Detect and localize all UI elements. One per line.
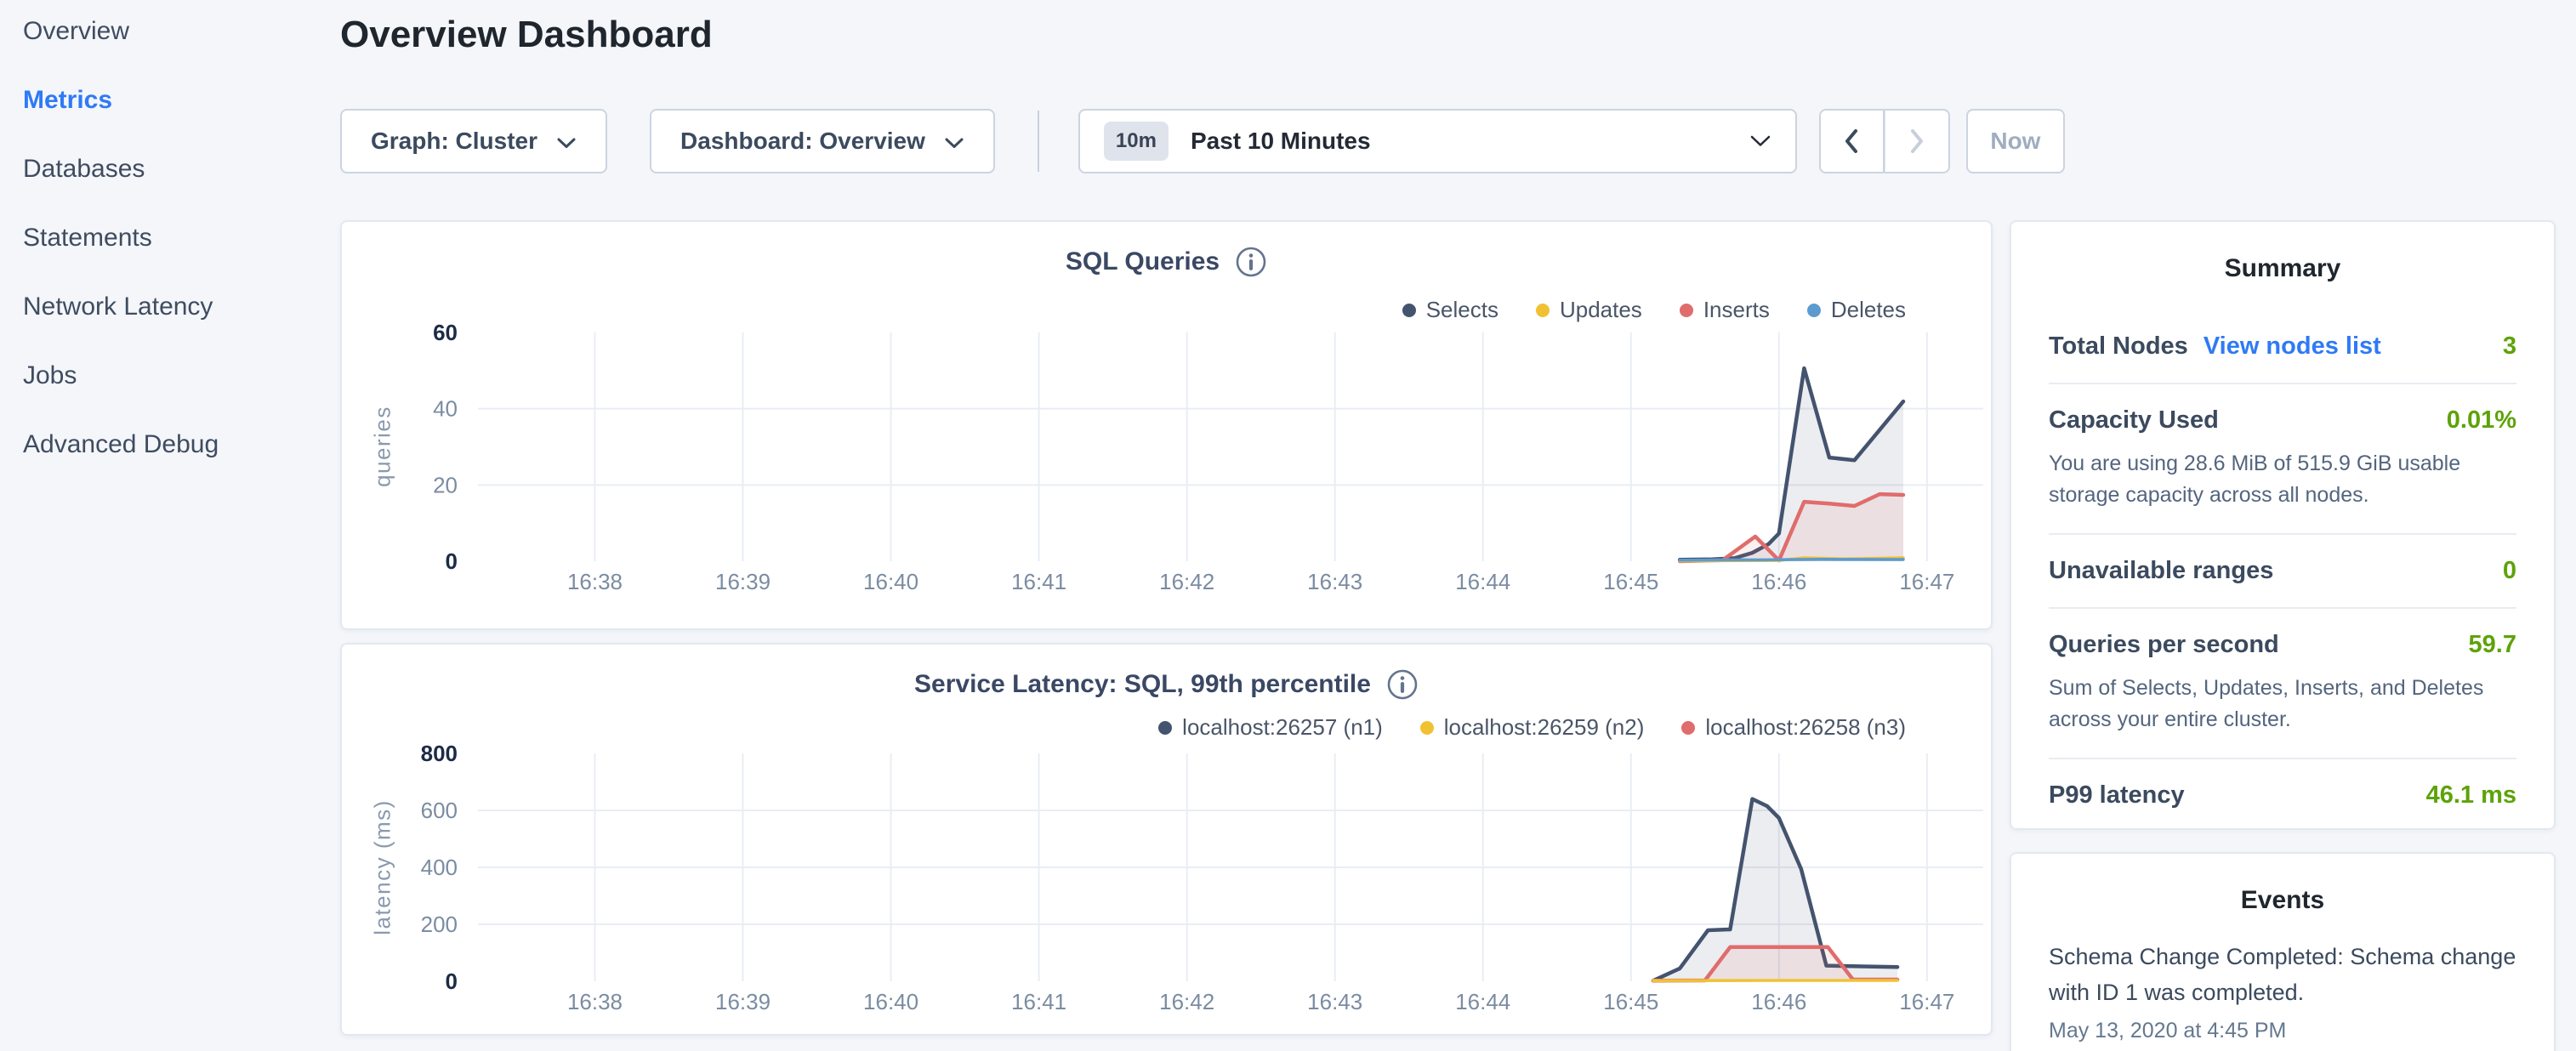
time-pager — [1819, 109, 1950, 173]
summary-row-label: Total Nodes — [2049, 332, 2188, 361]
sidebar-item-overview[interactable]: Overview — [23, 17, 340, 46]
time-range-dropdown[interactable]: 10m Past 10 Minutes — [1078, 109, 1797, 173]
svg-text:16:44: 16:44 — [1455, 989, 1510, 1014]
graph-dropdown-label: Graph: Cluster — [371, 128, 537, 155]
svg-text:800: 800 — [421, 741, 458, 766]
svg-text:20: 20 — [433, 472, 458, 497]
summary-row-subtext: You are using 28.6 MiB of 515.9 GiB usab… — [2049, 448, 2516, 511]
svg-text:16:41: 16:41 — [1011, 989, 1066, 1014]
summary-title: Summary — [2011, 254, 2554, 283]
events-list: Schema Change Completed: Schema change w… — [2049, 939, 2516, 1043]
service-latency-card: Service Latency: SQL, 99th percentile lo… — [340, 643, 1993, 1036]
svg-text:600: 600 — [421, 798, 458, 823]
summary-row-unavailable-ranges: Unavailable ranges 0 — [2049, 535, 2516, 609]
summary-row-label: Unavailable ranges — [2049, 557, 2273, 585]
chevron-right-icon — [1908, 128, 1926, 155]
svg-text:16:43: 16:43 — [1307, 569, 1362, 594]
now-button[interactable]: Now — [1966, 109, 2065, 173]
svg-text:16:47: 16:47 — [1899, 569, 1954, 594]
chevron-left-icon — [1842, 128, 1861, 155]
dashboard-dropdown-label: Dashboard: Overview — [680, 128, 925, 155]
view-nodes-list-link[interactable]: View nodes list — [2204, 332, 2381, 361]
controls-divider — [1038, 111, 1039, 172]
svg-text:60: 60 — [433, 320, 458, 345]
chevron-down-icon — [1749, 134, 1771, 148]
sql-queries-chart[interactable]: 16:38 16:39 16:40 16:41 16:42 16:43 16:44 16:45… — [342, 222, 1991, 628]
summary-row-label: Queries per second — [2049, 631, 2279, 659]
svg-text:16:38: 16:38 — [567, 569, 623, 594]
summary-row-label: P99 latency — [2049, 781, 2185, 810]
time-next-button[interactable] — [1885, 109, 1950, 173]
svg-text:16:41: 16:41 — [1011, 569, 1066, 594]
svg-text:16:40: 16:40 — [863, 569, 918, 594]
graph-dropdown[interactable]: Graph: Cluster — [340, 109, 607, 173]
svg-text:16:39: 16:39 — [715, 989, 771, 1014]
svg-text:16:47: 16:47 — [1899, 989, 1954, 1014]
sidebar-item-metrics[interactable]: Metrics — [23, 86, 340, 115]
svg-text:16:46: 16:46 — [1751, 989, 1806, 1014]
svg-text:16:43: 16:43 — [1307, 989, 1362, 1014]
sidebar-item-databases[interactable]: Databases — [23, 155, 340, 184]
summary-row-capacity-used: Capacity Used 0.01% You are using 28.6 MiB… — [2049, 384, 2516, 535]
chevron-down-icon — [556, 137, 577, 150]
svg-text:16:45: 16:45 — [1603, 569, 1658, 594]
sidebar-item-network-latency[interactable]: Network Latency — [23, 293, 340, 321]
svg-text:16:46: 16:46 — [1751, 569, 1806, 594]
svg-text:16:45: 16:45 — [1603, 989, 1658, 1014]
svg-text:400: 400 — [421, 855, 458, 880]
summary-row-p99-latency: P99 latency 46.1 ms — [2049, 759, 2516, 832]
service-latency-chart[interactable]: 16:38 16:39 16:40 16:41 16:42 16:43 16:44 16:45… — [342, 645, 1991, 1034]
sidebar-item-jobs[interactable]: Jobs — [23, 361, 340, 390]
summary-row-value: 59.7 — [2469, 631, 2516, 659]
svg-text:16:42: 16:42 — [1159, 569, 1214, 594]
svg-text:0: 0 — [446, 969, 458, 994]
svg-text:16:42: 16:42 — [1159, 989, 1214, 1014]
sql-queries-card: SQL Queries SelectsUpdatesInsertsDeletes… — [340, 220, 1993, 630]
summary-panel: Summary Total Nodes View nodes list 3 Capac… — [2010, 220, 2556, 830]
svg-text:16:40: 16:40 — [863, 989, 918, 1014]
svg-text:40: 40 — [433, 396, 458, 422]
event-text: Schema Change Completed: Schema change w… — [2049, 939, 2516, 1010]
event-item[interactable]: Schema Change Completed: Schema change w… — [2049, 939, 2516, 1043]
summary-row-value: 46.1 ms — [2426, 781, 2516, 810]
summary-row-queries-per-second: Queries per second 59.7 Sum of Selects, Up… — [2049, 609, 2516, 759]
events-title: Events — [2011, 886, 2554, 915]
time-range-label: Past 10 Minutes — [1191, 128, 1749, 155]
page-title: Overview Dashboard — [340, 14, 713, 56]
svg-text:16:39: 16:39 — [715, 569, 771, 594]
sidebar-item-statements[interactable]: Statements — [23, 224, 340, 253]
time-prev-button[interactable] — [1819, 109, 1885, 173]
sidebar: Overview Metrics Databases Statements Networ… — [0, 0, 340, 499]
time-range-badge: 10m — [1104, 122, 1169, 161]
event-timestamp: May 13, 2020 at 4:45 PM — [2049, 1019, 2516, 1043]
summary-row-value: 0.01% — [2447, 406, 2516, 435]
dashboard-dropdown[interactable]: Dashboard: Overview — [650, 109, 995, 173]
svg-text:0: 0 — [446, 548, 458, 574]
summary-row-total-nodes: Total Nodes View nodes list 3 — [2049, 310, 2516, 384]
events-panel: Events Schema Change Completed: Schema c… — [2010, 852, 2556, 1051]
sidebar-item-advanced-debug[interactable]: Advanced Debug — [23, 430, 340, 459]
summary-row-value: 3 — [2503, 332, 2516, 361]
summary-row-label: Capacity Used — [2049, 406, 2219, 435]
controls-bar: Graph: Cluster Dashboard: Overview 10m P… — [340, 109, 2065, 173]
chevron-down-icon — [944, 137, 964, 150]
svg-text:16:44: 16:44 — [1455, 569, 1510, 594]
summary-row-value: 0 — [2503, 557, 2516, 585]
svg-text:200: 200 — [421, 912, 458, 937]
summary-rows: Total Nodes View nodes list 3 Capacity Used… — [2049, 310, 2516, 832]
svg-text:16:38: 16:38 — [567, 989, 623, 1014]
summary-row-subtext: Sum of Selects, Updates, Inserts, and De… — [2049, 673, 2516, 736]
